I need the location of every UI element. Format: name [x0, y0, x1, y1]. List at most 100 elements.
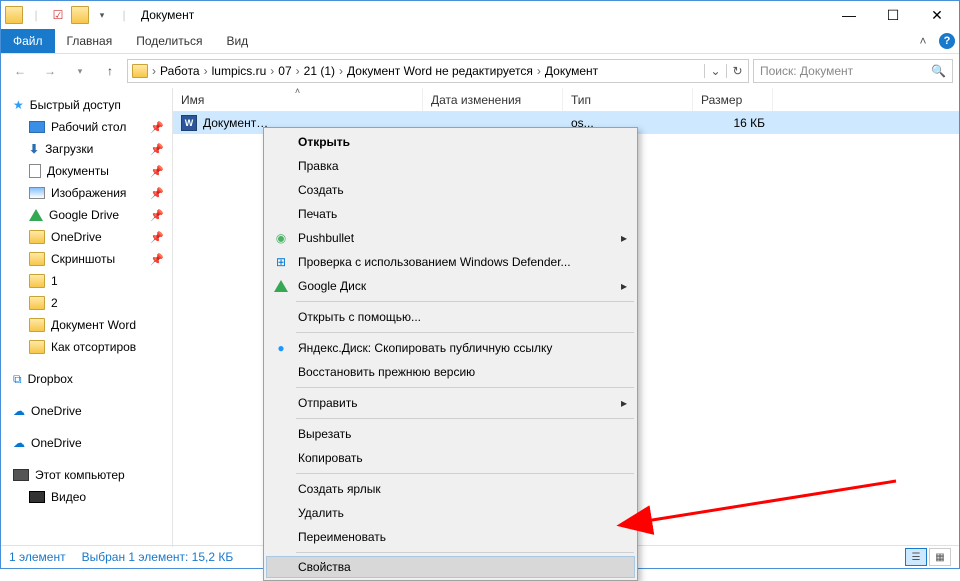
- back-button[interactable]: ←: [7, 58, 33, 84]
- icons-view-button[interactable]: ▦: [929, 548, 951, 566]
- menu-open-with[interactable]: Открыть с помощью...: [266, 305, 635, 329]
- checkbox-icon[interactable]: ☑: [49, 6, 67, 24]
- sidebar-item-label: OneDrive: [31, 404, 82, 418]
- sidebar-item-docword[interactable]: Документ Word: [3, 314, 170, 336]
- onedrive-icon: ☁: [13, 404, 25, 418]
- tab-share[interactable]: Поделиться: [124, 29, 214, 53]
- star-icon: ★: [13, 98, 24, 112]
- menu-shortcut[interactable]: Создать ярлык: [266, 477, 635, 501]
- folder-icon: [29, 340, 45, 354]
- chevron-right-icon[interactable]: ›: [200, 64, 212, 78]
- recent-locations-button[interactable]: ▾: [67, 58, 93, 84]
- sidebar-item-label: Документ Word: [51, 318, 136, 332]
- menu-rename[interactable]: Переименовать: [266, 525, 635, 549]
- menu-print[interactable]: Печать: [266, 202, 635, 226]
- sidebar-item-desktop[interactable]: Рабочий стол📌: [3, 116, 170, 138]
- pin-icon: 📌: [150, 187, 170, 200]
- sidebar-item-video[interactable]: Видео: [3, 486, 170, 508]
- menu-open[interactable]: Открыть: [266, 130, 635, 154]
- sidebar-item-sort[interactable]: Как отсортиров: [3, 336, 170, 358]
- column-size[interactable]: Размер: [693, 88, 773, 111]
- sidebar-item-dropbox[interactable]: ⧉Dropbox: [3, 368, 170, 390]
- search-input[interactable]: Поиск: Документ 🔍: [753, 59, 953, 83]
- status-selected: Выбран 1 элемент: 15,2 КБ: [82, 550, 234, 564]
- menu-label: Яндекс.Диск: Скопировать публичную ссылк…: [298, 341, 552, 355]
- document-icon: [29, 164, 41, 178]
- menu-edit[interactable]: Правка: [266, 154, 635, 178]
- help-button[interactable]: ?: [935, 29, 959, 53]
- menu-copy[interactable]: Копировать: [266, 446, 635, 470]
- sidebar-item-onedrive-root[interactable]: ☁ OneDrive: [3, 400, 170, 422]
- breadcrumb-item[interactable]: Работа: [160, 64, 200, 78]
- breadcrumb-item[interactable]: Документ: [545, 64, 598, 78]
- details-view-button[interactable]: ☰: [905, 548, 927, 566]
- folder-icon: [29, 318, 45, 332]
- maximize-button[interactable]: ☐: [871, 1, 915, 29]
- menu-restore[interactable]: Восстановить прежнюю версию: [266, 360, 635, 384]
- sidebar-item-gdrive[interactable]: Google Drive📌: [3, 204, 170, 226]
- tab-file[interactable]: Файл: [1, 29, 55, 53]
- breadcrumb-item[interactable]: 21 (1): [304, 64, 335, 78]
- menu-properties[interactable]: Свойства: [266, 556, 635, 578]
- chevron-right-icon[interactable]: ›: [335, 64, 347, 78]
- tab-view[interactable]: Вид: [214, 29, 260, 53]
- submenu-arrow-icon: ▸: [621, 231, 627, 245]
- chevron-right-icon[interactable]: ›: [292, 64, 304, 78]
- breadcrumb-dropdown-button[interactable]: ⌄: [704, 64, 726, 78]
- sidebar-item-downloads[interactable]: ⬇Загрузки📌: [3, 138, 170, 160]
- forward-button: →: [37, 58, 63, 84]
- yandex-disk-icon: ●: [272, 339, 290, 357]
- sidebar-item-screenshots[interactable]: Скриншоты 📌: [3, 248, 170, 270]
- column-modified[interactable]: Дата изменения: [423, 88, 563, 111]
- qat-dropdown[interactable]: ▾: [93, 6, 111, 24]
- close-button[interactable]: ✕: [915, 1, 959, 29]
- menu-defender[interactable]: ⊞Проверка с использованием Windows Defen…: [266, 250, 635, 274]
- column-type[interactable]: Тип: [563, 88, 693, 111]
- ribbon-collapse-button[interactable]: ˄: [911, 29, 935, 53]
- menu-yandex-disk[interactable]: ● Яндекс.Диск: Скопировать публичную ссыл…: [266, 336, 635, 360]
- quick-access[interactable]: ★ Быстрый доступ: [3, 94, 170, 116]
- sidebar-item-pictures[interactable]: Изображения📌: [3, 182, 170, 204]
- qat-separator: |: [27, 6, 45, 24]
- sidebar-item-documents[interactable]: Документы📌: [3, 160, 170, 182]
- menu-create[interactable]: Создать: [266, 178, 635, 202]
- pin-icon: 📌: [150, 143, 170, 156]
- breadcrumb-item[interactable]: lumpics.ru: [212, 64, 267, 78]
- up-button[interactable]: ↑: [97, 58, 123, 84]
- sidebar-item-onedrive[interactable]: OneDrive📌: [3, 226, 170, 248]
- sidebar-item-label: 2: [51, 296, 58, 310]
- sidebar-item-2[interactable]: 2: [3, 292, 170, 314]
- breadcrumb-item[interactable]: Документ Word не редактируется: [347, 64, 533, 78]
- sidebar-item-onedrive-2[interactable]: ☁OneDrive: [3, 432, 170, 454]
- menu-label: Проверка с использованием Windows Defend…: [298, 255, 571, 269]
- menu-cut[interactable]: Вырезать: [266, 422, 635, 446]
- menu-google-disk[interactable]: Google Диск▸: [266, 274, 635, 298]
- sidebar-item-label: Быстрый доступ: [30, 98, 121, 112]
- breadcrumb[interactable]: › Работа › lumpics.ru › 07 › 21 (1) › До…: [127, 59, 749, 83]
- menu-pushbullet[interactable]: ◉Pushbullet▸: [266, 226, 635, 250]
- sort-ascending-icon: ˄: [295, 86, 300, 96]
- minimize-button[interactable]: —: [827, 1, 871, 29]
- breadcrumb-item[interactable]: 07: [278, 64, 291, 78]
- folder-icon: [29, 274, 45, 288]
- window-title: Документ: [141, 8, 194, 22]
- file-name: Документ…: [203, 116, 268, 130]
- dropbox-icon: ⧉: [13, 372, 22, 387]
- pin-icon: 📌: [150, 253, 170, 266]
- submenu-arrow-icon: ▸: [621, 279, 627, 293]
- search-icon: 🔍: [931, 64, 946, 78]
- sidebar-item-label: OneDrive: [51, 230, 102, 244]
- sidebar-item-thispc[interactable]: Этот компьютер: [3, 464, 170, 486]
- chevron-right-icon[interactable]: ›: [148, 64, 160, 78]
- sidebar-item-label: Google Drive: [49, 208, 119, 222]
- sidebar-item-label: Скриншоты: [51, 252, 115, 266]
- menu-delete[interactable]: Удалить: [266, 501, 635, 525]
- menu-send-to[interactable]: Отправить▸: [266, 391, 635, 415]
- sidebar-item-label: Загрузки: [45, 142, 93, 156]
- tab-home[interactable]: Главная: [55, 29, 125, 53]
- chevron-right-icon[interactable]: ›: [266, 64, 278, 78]
- refresh-button[interactable]: ↻: [726, 64, 748, 78]
- column-name[interactable]: Имя˄: [173, 88, 423, 111]
- sidebar-item-1[interactable]: 1: [3, 270, 170, 292]
- chevron-right-icon[interactable]: ›: [533, 64, 545, 78]
